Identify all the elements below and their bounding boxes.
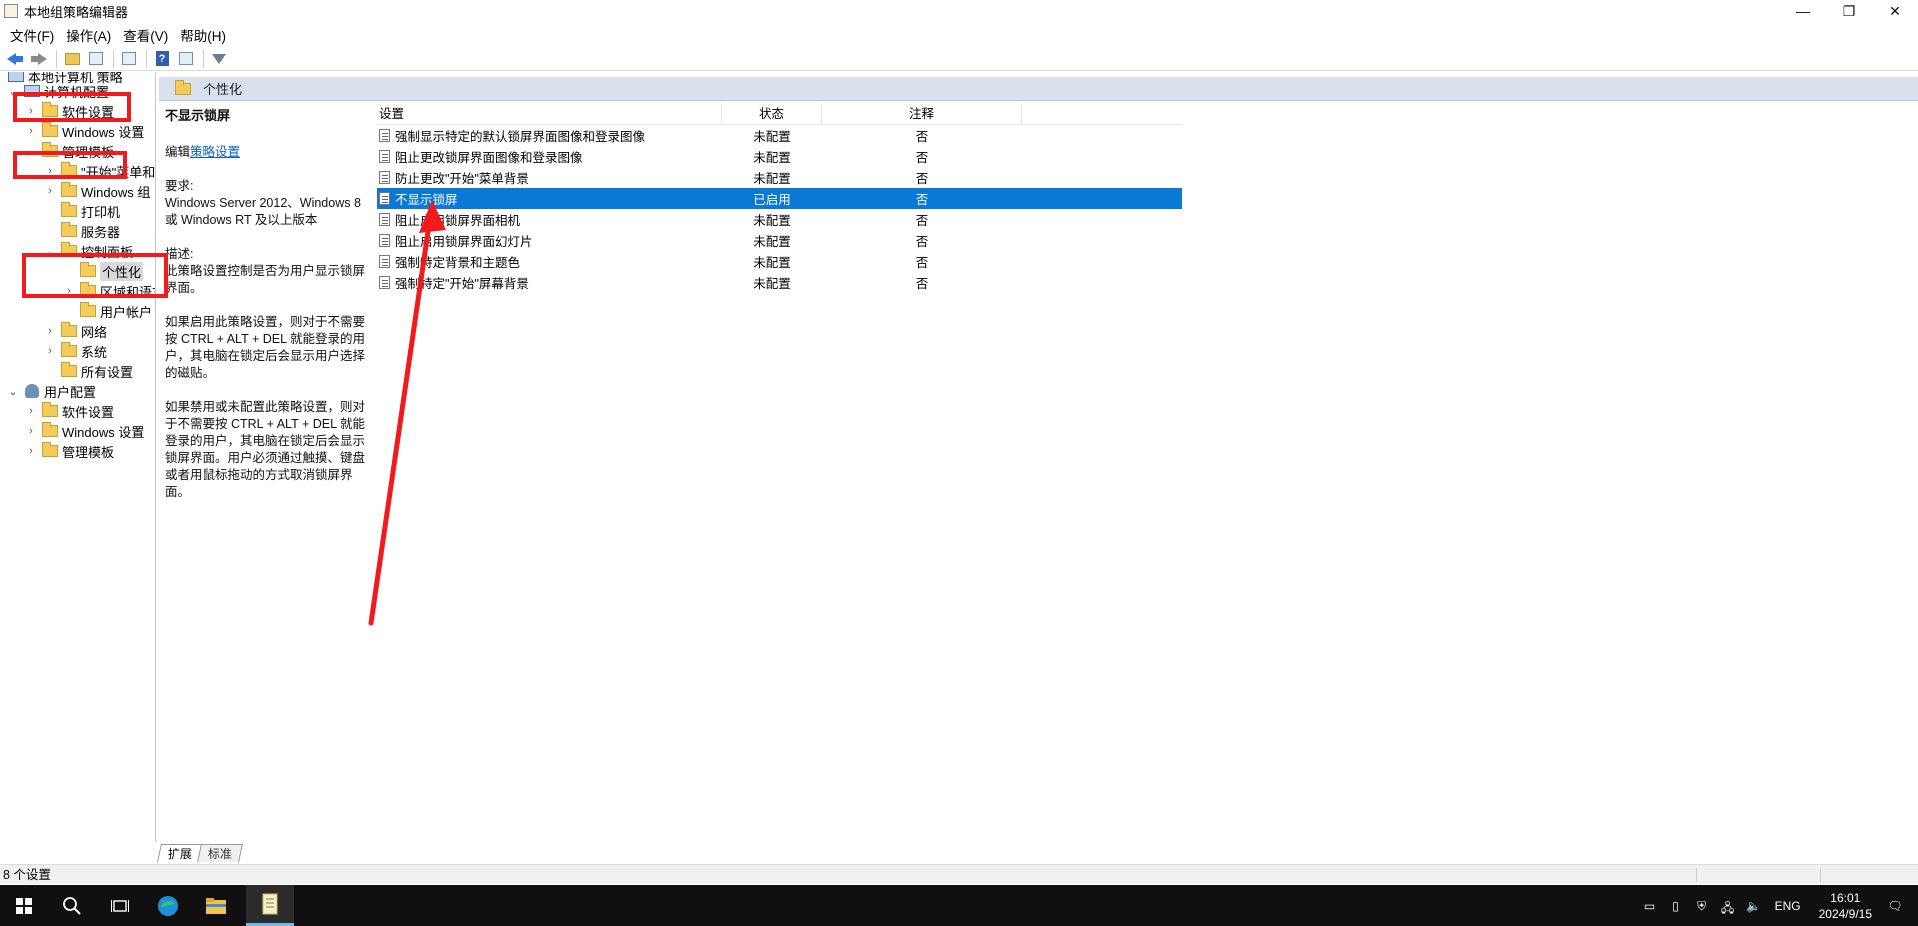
annotation-arrow <box>368 200 446 626</box>
